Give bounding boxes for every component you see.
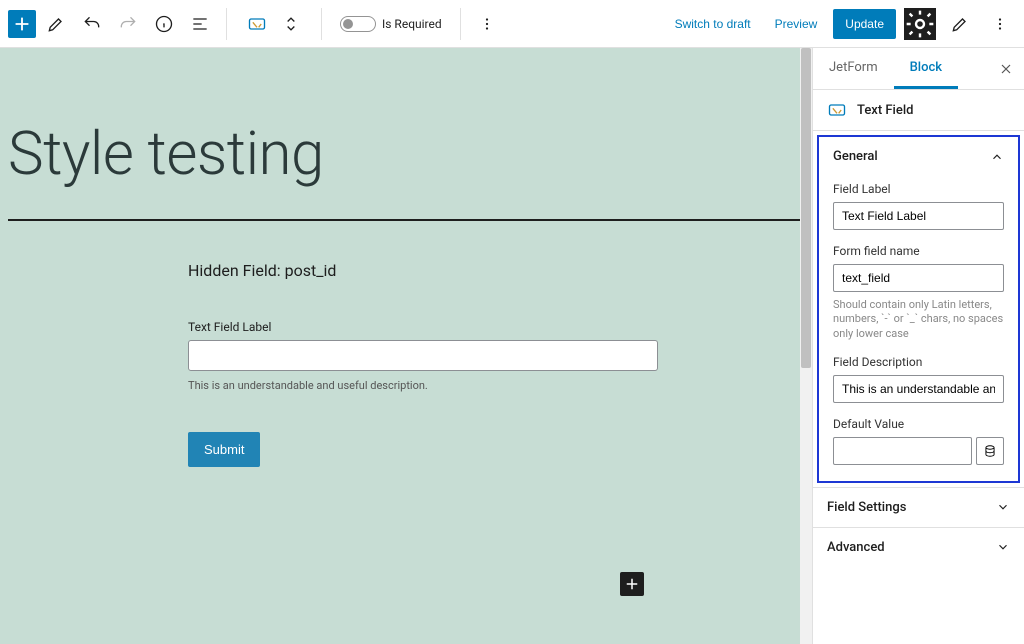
move-updown-button[interactable] bbox=[275, 8, 307, 40]
undo-button[interactable] bbox=[76, 8, 108, 40]
text-field-block[interactable]: Text Field Label This is an understandab… bbox=[188, 320, 658, 392]
field-label-input[interactable] bbox=[833, 202, 1004, 230]
block-type-header: Text Field bbox=[813, 90, 1024, 131]
toolbar-right: Switch to draft Preview Update bbox=[667, 8, 1016, 40]
is-required-toggle[interactable]: Is Required bbox=[332, 16, 450, 32]
update-button[interactable]: Update bbox=[833, 9, 896, 39]
panel-general-header[interactable]: General bbox=[819, 137, 1018, 176]
sidebar-tabs: JetForm Block bbox=[813, 48, 1024, 90]
panel-advanced-header[interactable]: Advanced bbox=[813, 528, 1024, 567]
close-sidebar-button[interactable] bbox=[988, 51, 1024, 87]
chevron-down-icon bbox=[996, 540, 1010, 554]
submit-button[interactable]: Submit bbox=[188, 432, 260, 467]
is-required-label: Is Required bbox=[382, 17, 442, 31]
form-field-name-group: Form field name Should contain only Lati… bbox=[833, 244, 1004, 341]
text-field-description: This is an understandable and useful des… bbox=[188, 379, 658, 392]
text-field-label: Text Field Label bbox=[188, 320, 658, 334]
redo-button[interactable] bbox=[112, 8, 144, 40]
hidden-field-block[interactable]: Hidden Field: post_id bbox=[188, 261, 658, 280]
edit-icon[interactable] bbox=[40, 8, 72, 40]
tab-jetform[interactable]: JetForm bbox=[813, 48, 894, 89]
block-type-title: Text Field bbox=[857, 103, 913, 118]
toolbar-left: Is Required bbox=[8, 8, 503, 40]
more-options-button[interactable] bbox=[984, 8, 1016, 40]
field-description-input[interactable] bbox=[833, 375, 1004, 403]
panel-field-settings-header[interactable]: Field Settings bbox=[813, 488, 1024, 527]
settings-sidebar: JetForm Block Text Field General Field L… bbox=[812, 48, 1024, 644]
chevron-up-icon bbox=[990, 150, 1004, 164]
form-field-name-input[interactable] bbox=[833, 264, 1004, 292]
styles-button[interactable] bbox=[944, 8, 976, 40]
top-toolbar: Is Required Switch to draft Preview Upda… bbox=[0, 0, 1024, 48]
add-block-floating-button[interactable] bbox=[620, 572, 644, 596]
outline-button[interactable] bbox=[184, 8, 216, 40]
database-icon bbox=[983, 444, 997, 458]
info-button[interactable] bbox=[148, 8, 180, 40]
editor-canvas[interactable]: Style testing Hidden Field: post_id Text… bbox=[0, 48, 812, 644]
block-options-button[interactable] bbox=[471, 8, 503, 40]
default-value-input[interactable] bbox=[833, 437, 972, 465]
settings-button[interactable] bbox=[904, 8, 936, 40]
text-field-input[interactable] bbox=[188, 340, 658, 371]
add-block-button[interactable] bbox=[8, 10, 36, 38]
dynamic-value-button[interactable] bbox=[976, 437, 1004, 465]
field-description-group: Field Description bbox=[833, 355, 1004, 403]
form-area: Hidden Field: post_id Text Field Label T… bbox=[188, 261, 658, 467]
panel-general: General Field Label Form field name Shou… bbox=[817, 135, 1020, 483]
form-field-name-help: Should contain only Latin letters, numbe… bbox=[833, 298, 1004, 341]
text-field-block-icon[interactable] bbox=[241, 8, 273, 40]
title-separator bbox=[8, 219, 804, 221]
field-label-group: Field Label bbox=[833, 182, 1004, 230]
canvas-scrollbar[interactable] bbox=[800, 48, 812, 644]
page-title[interactable]: Style testing bbox=[8, 118, 804, 189]
default-value-group: Default Value bbox=[833, 417, 1004, 465]
preview-button[interactable]: Preview bbox=[767, 11, 826, 37]
switch-to-draft-button[interactable]: Switch to draft bbox=[667, 11, 759, 37]
chevron-down-icon bbox=[996, 500, 1010, 514]
tab-block[interactable]: Block bbox=[894, 48, 958, 89]
